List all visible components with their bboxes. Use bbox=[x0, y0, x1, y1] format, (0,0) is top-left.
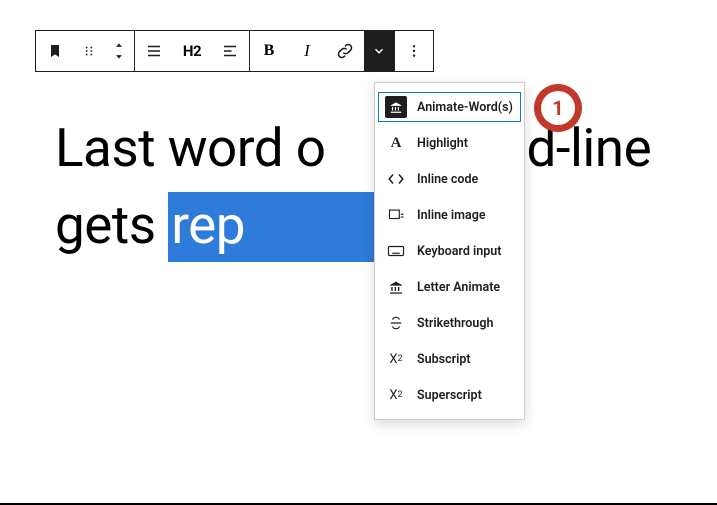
menu-item-label: Strikethrough bbox=[417, 316, 493, 331]
link-icon bbox=[335, 41, 355, 61]
more-formatting-button[interactable] bbox=[364, 31, 394, 71]
block-toolbar: H2 B I bbox=[35, 30, 434, 72]
toolbar-group-align: H2 bbox=[135, 31, 250, 71]
heading-level-button[interactable]: H2 bbox=[173, 31, 211, 71]
menu-item-subscript[interactable]: X2 Subscript bbox=[375, 341, 524, 377]
move-buttons[interactable] bbox=[104, 31, 134, 71]
annotation-callout: 1 bbox=[534, 84, 582, 132]
callout-number: 1 bbox=[541, 91, 575, 125]
menu-item-label: Highlight bbox=[417, 136, 468, 151]
bookmark-icon bbox=[47, 43, 63, 59]
text-align-left-icon bbox=[221, 42, 239, 60]
menu-item-label: Inline image bbox=[417, 208, 486, 223]
chevron-down-icon bbox=[372, 44, 386, 58]
bold-button[interactable]: B bbox=[250, 31, 288, 71]
menu-item-label: Inline code bbox=[417, 172, 478, 187]
superscript-icon: X2 bbox=[385, 384, 407, 406]
block-options-button[interactable] bbox=[395, 31, 433, 71]
menu-item-label: Keyboard input bbox=[417, 244, 501, 259]
menu-item-highlight[interactable]: A Highlight bbox=[375, 125, 524, 161]
menu-item-superscript[interactable]: X2 Superscript bbox=[375, 377, 524, 413]
link-button[interactable] bbox=[326, 31, 364, 71]
code-icon bbox=[385, 168, 407, 190]
move-up-down-icon bbox=[112, 41, 126, 61]
drag-handle[interactable] bbox=[74, 31, 104, 71]
menu-item-label: Subscript bbox=[417, 352, 471, 367]
image-icon bbox=[385, 204, 407, 226]
menu-item-label: Animate-Word(s) bbox=[417, 100, 513, 115]
menu-item-label: Letter Animate bbox=[417, 280, 500, 295]
bank-icon bbox=[385, 96, 407, 118]
align-icon bbox=[145, 42, 163, 60]
highlight-icon: A bbox=[385, 132, 407, 154]
bank-outline-icon bbox=[385, 276, 407, 298]
toolbar-group-block bbox=[36, 31, 135, 71]
menu-item-label: Superscript bbox=[417, 388, 482, 403]
strikethrough-icon bbox=[385, 312, 407, 334]
text-align-button[interactable] bbox=[211, 31, 249, 71]
more-vertical-icon bbox=[406, 43, 422, 59]
menu-item-strikethrough[interactable]: Strikethrough bbox=[375, 305, 524, 341]
toolbar-group-more bbox=[395, 31, 433, 71]
formatting-dropdown: Animate-Word(s) A Highlight Inline code … bbox=[374, 82, 525, 420]
drag-handle-icon bbox=[82, 44, 96, 58]
menu-item-inline-code[interactable]: Inline code bbox=[375, 161, 524, 197]
menu-item-animate-word[interactable]: Animate-Word(s) bbox=[375, 89, 524, 125]
headline-text-before: Last word o bbox=[55, 117, 326, 179]
menu-item-keyboard[interactable]: Keyboard input bbox=[375, 233, 524, 269]
subscript-icon: X2 bbox=[385, 348, 407, 370]
align-button[interactable] bbox=[135, 31, 173, 71]
italic-button[interactable]: I bbox=[288, 31, 326, 71]
toolbar-group-format: B I bbox=[250, 31, 395, 71]
block-type-button[interactable] bbox=[36, 31, 74, 71]
heading-block[interactable]: Last word of the head-line gets rep l. bbox=[55, 110, 677, 264]
selected-text: rep l bbox=[168, 192, 387, 262]
menu-item-inline-image[interactable]: Inline image bbox=[375, 197, 524, 233]
menu-item-letter-animate[interactable]: Letter Animate bbox=[375, 269, 524, 305]
keyboard-icon bbox=[385, 240, 407, 262]
